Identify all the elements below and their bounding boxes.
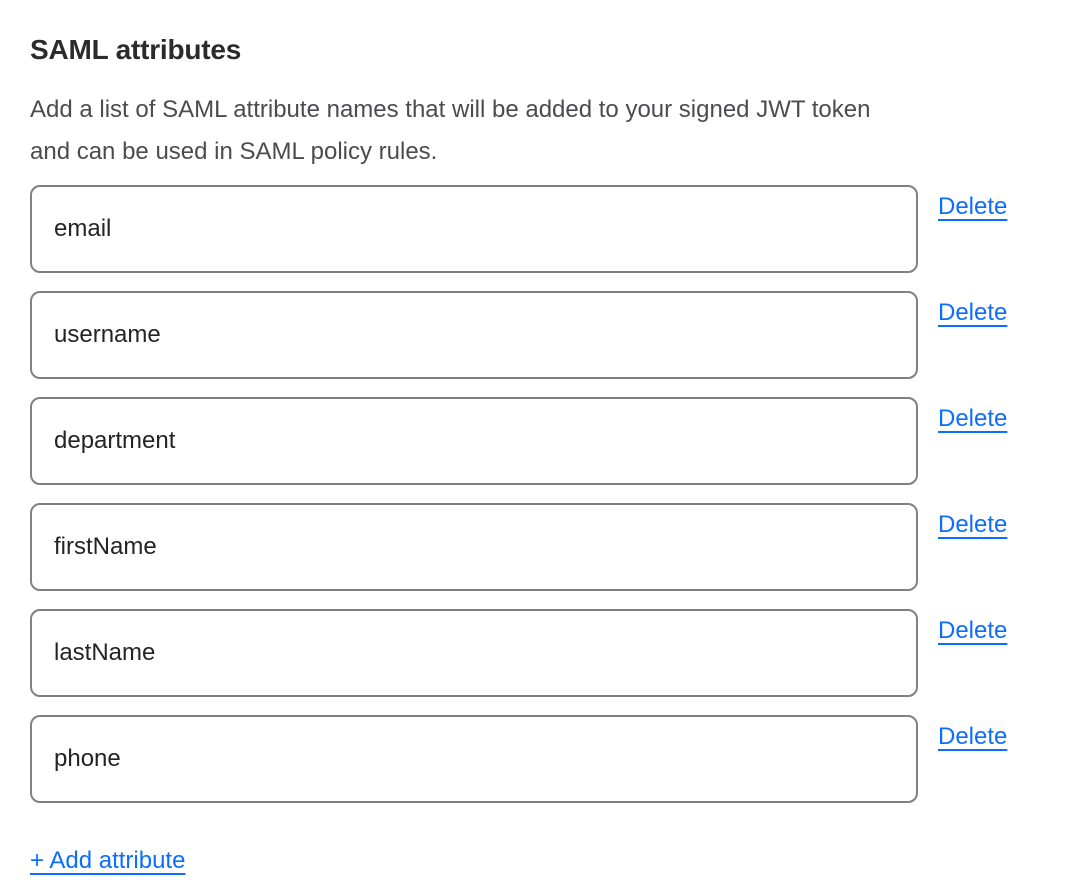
attribute-input[interactable] bbox=[30, 397, 918, 485]
section-title: SAML attributes bbox=[30, 33, 1040, 67]
attribute-row: Delete bbox=[30, 715, 1040, 803]
attribute-input[interactable] bbox=[30, 609, 918, 697]
attribute-row: Delete bbox=[30, 185, 1040, 273]
delete-attribute-link[interactable]: Delete bbox=[938, 193, 1007, 221]
delete-attribute-link[interactable]: Delete bbox=[938, 723, 1007, 751]
section-description: Add a list of SAML attribute names that … bbox=[30, 89, 1040, 173]
attribute-row: Delete bbox=[30, 609, 1040, 697]
attribute-input[interactable] bbox=[30, 715, 918, 803]
attribute-list: Delete Delete Delete Delete Delete Delet… bbox=[30, 185, 1040, 803]
section-description-line-1: Add a list of SAML attribute names that … bbox=[30, 89, 1040, 131]
section-description-line-2: and can be used in SAML policy rules. bbox=[30, 131, 1040, 173]
delete-attribute-link[interactable]: Delete bbox=[938, 405, 1007, 433]
saml-settings-page: SAML attributes Add a list of SAML attri… bbox=[0, 0, 1066, 886]
attribute-row: Delete bbox=[30, 503, 1040, 591]
attribute-input[interactable] bbox=[30, 291, 918, 379]
attribute-row: Delete bbox=[30, 291, 1040, 379]
attribute-row: Delete bbox=[30, 397, 1040, 485]
add-attribute-link[interactable]: + Add attribute bbox=[30, 847, 185, 875]
attribute-input[interactable] bbox=[30, 185, 918, 273]
delete-attribute-link[interactable]: Delete bbox=[938, 511, 1007, 539]
delete-attribute-link[interactable]: Delete bbox=[938, 617, 1007, 645]
saml-attributes-section: SAML attributes Add a list of SAML attri… bbox=[0, 0, 1040, 875]
attribute-input[interactable] bbox=[30, 503, 918, 591]
delete-attribute-link[interactable]: Delete bbox=[938, 299, 1007, 327]
